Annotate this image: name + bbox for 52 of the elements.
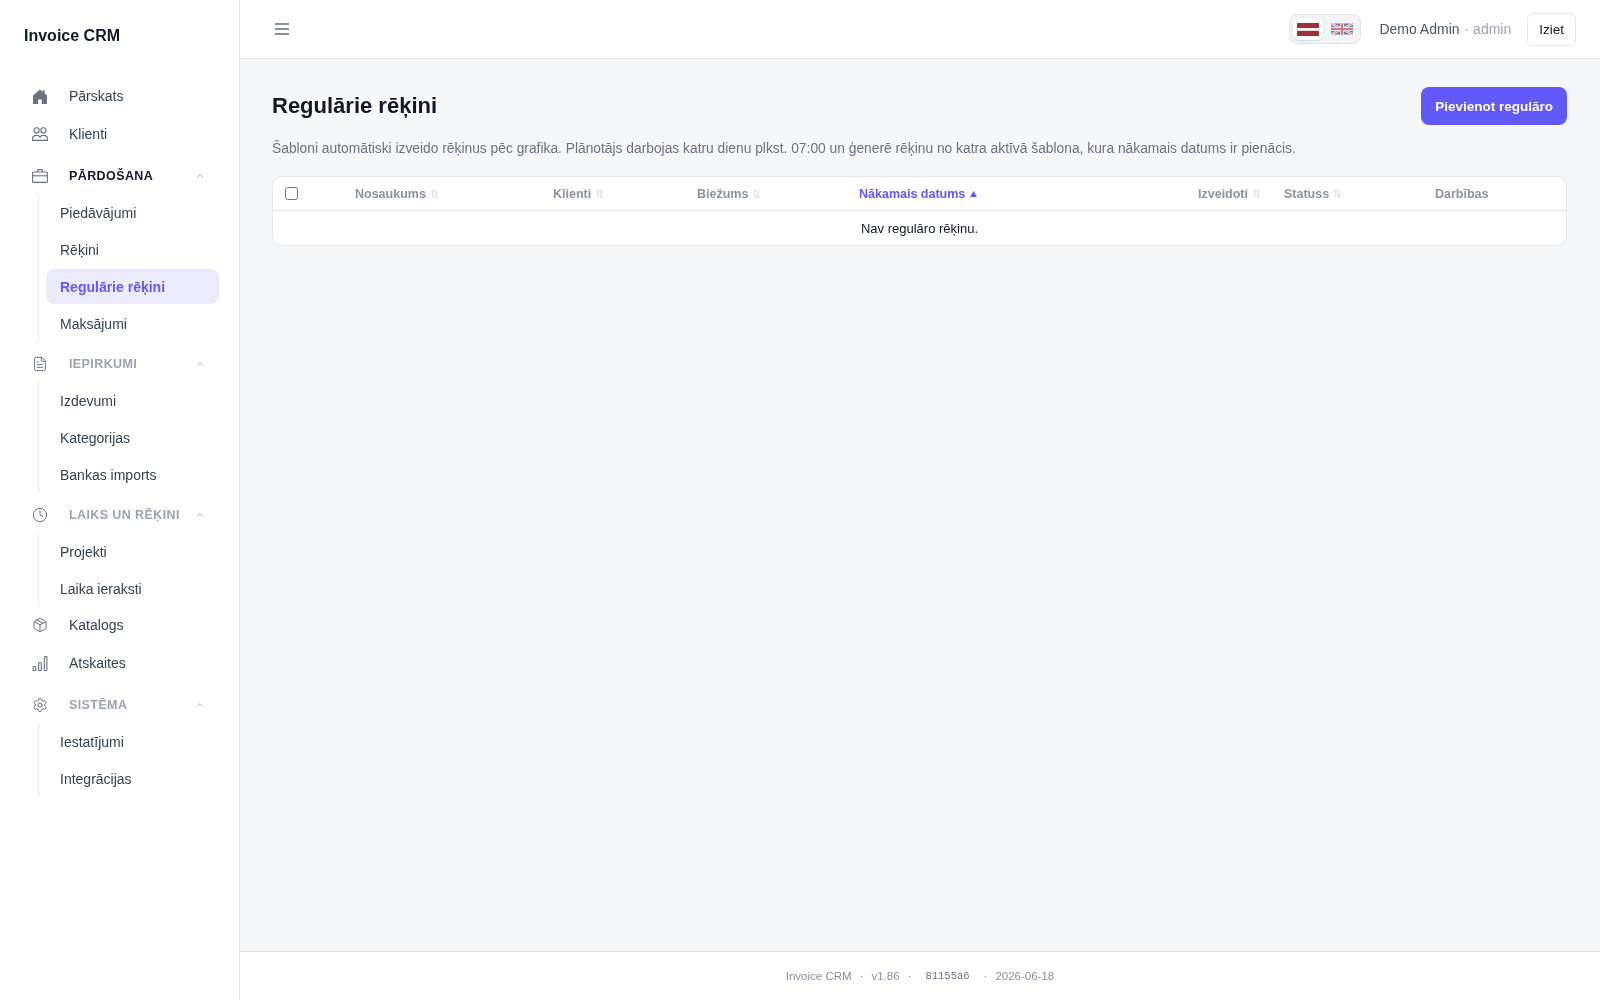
empty-message: Nav regulāro rēķinu. [860, 220, 979, 236]
sort-icon [1334, 189, 1342, 198]
nav-link[interactable]: Iestatījumi [46, 724, 219, 759]
nav-link[interactable]: Atskaites [24, 644, 219, 682]
commit-hash: 81155a6 [925, 970, 970, 982]
nav-group-header[interactable]: PĀRDOŠANA [24, 157, 219, 195]
page-description: Šabloni automātiski izveido rēķinus pēc grafika. Plānotājs darbojas katru dienu plkst. 07:00 un ģenerē rēķinu no katra aktīvā šablona, kura nākamais datums ir pienācis. [272, 140, 1296, 158]
box-icon [32, 617, 48, 633]
nav-link[interactable]: Rēķini [46, 232, 219, 267]
nav-link[interactable]: Laika ieraksti [46, 571, 219, 606]
nav-link[interactable]: Katalogs [24, 606, 219, 644]
sort-ascending-icon [970, 190, 978, 197]
bar-chart-icon [32, 655, 48, 671]
clock-icon [32, 507, 48, 523]
menu-icon[interactable] [275, 23, 289, 35]
logout-button[interactable]: Iziet [1527, 12, 1576, 46]
nav-link[interactable]: Projekti [46, 534, 219, 569]
nav-link[interactable]: Piedāvājumi [46, 195, 219, 230]
nav-link[interactable]: Kategorijas [46, 420, 219, 455]
nav-link[interactable]: Pārskats [24, 77, 219, 115]
column-header[interactable]: Nākamais datums [859, 186, 978, 201]
uk-flag-icon [1331, 23, 1354, 35]
user-role: · admin [1464, 21, 1512, 37]
home-icon [32, 88, 48, 104]
users-icon [32, 127, 48, 141]
nav-link[interactable]: Maksājumi [46, 306, 219, 341]
sort-icon [430, 189, 438, 198]
app-logo: Invoice CRM [24, 27, 120, 45]
column-header: Darbības [1435, 186, 1489, 201]
nav-link[interactable]: Integrācijas [46, 761, 219, 796]
document-icon [32, 356, 48, 372]
sort-icon [753, 189, 761, 198]
footer-text: v1.86 [871, 970, 900, 982]
sort-icon [1253, 189, 1260, 198]
briefcase-icon [32, 169, 48, 183]
separator-dot: · [907, 970, 912, 982]
add-button[interactable]: Pievienot regulāro [1421, 87, 1567, 125]
nav-link[interactable]: Bankas imports [46, 457, 219, 492]
footer-text: 2026-06-18 [995, 970, 1055, 982]
nav-link[interactable]: Regulārie rēķini [46, 269, 219, 304]
nav-link[interactable]: Klienti [24, 115, 219, 153]
sort-icon [596, 189, 604, 198]
page-title: Regulārie rēķini [272, 93, 438, 119]
separator-dot: · [983, 970, 988, 982]
nav-link[interactable]: Izdevumi [46, 383, 219, 418]
language-button[interactable] [1293, 18, 1324, 40]
separator-dot: · [859, 970, 864, 982]
latvia-flag-icon [1297, 22, 1320, 36]
select-all-checkbox[interactable] [285, 187, 298, 200]
settings-icon [32, 697, 48, 713]
footer-text: Invoice CRM [785, 970, 852, 982]
user-name: Demo Admin [1379, 21, 1460, 37]
